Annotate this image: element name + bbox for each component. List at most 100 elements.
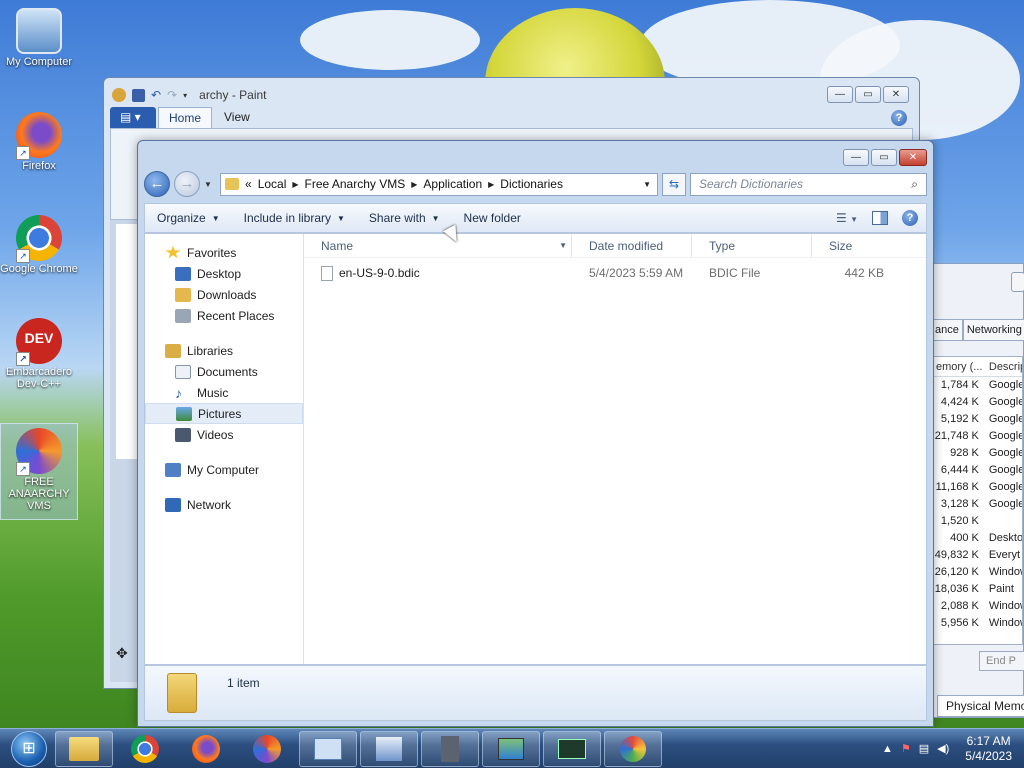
nav-libraries[interactable]: Libraries xyxy=(145,340,303,361)
table-row[interactable]: 1,784 K Google xyxy=(934,377,1022,394)
breadcrumb-local[interactable]: Local xyxy=(258,177,287,191)
network-icon[interactable]: ▤ xyxy=(919,742,929,755)
breadcrumb-dictionaries[interactable]: Dictionaries xyxy=(500,177,563,191)
desktop-icon-free-anarchy-vms[interactable]: ↗ FREE ANAARCHY VMS xyxy=(0,423,78,520)
end-process-button[interactable]: End P xyxy=(979,651,1024,671)
desktop-icon-firefox[interactable]: ↗ Firefox xyxy=(0,112,78,172)
minimize-button[interactable]: — xyxy=(843,149,869,166)
nav-videos[interactable]: Videos xyxy=(145,424,303,445)
column-date-modified[interactable]: Date modified xyxy=(572,233,692,258)
change-view-icon[interactable]: ☰ ▼ xyxy=(836,211,858,225)
forward-button[interactable]: → xyxy=(174,171,200,197)
taskbar-control-panel[interactable] xyxy=(299,730,357,767)
table-row[interactable]: 1,520 K xyxy=(934,513,1022,530)
preview-pane-icon[interactable] xyxy=(872,211,888,225)
column-memory[interactable]: emory (... xyxy=(934,357,983,376)
desktop-icon-devcpp[interactable]: DEV ↗ Embarcadero Dev-C++ xyxy=(0,318,78,390)
help-icon[interactable]: ? xyxy=(885,107,913,129)
column-description[interactable]: Descrip xyxy=(983,357,1022,376)
breadcrumb-application[interactable]: Application xyxy=(423,177,482,191)
volume-icon[interactable]: ◀) xyxy=(937,742,949,755)
table-row[interactable]: 21,748 K Google xyxy=(934,428,1022,445)
chevron-right-icon[interactable]: ▶ xyxy=(292,180,298,189)
table-row[interactable]: 18,036 K Paint xyxy=(934,581,1022,598)
desktop-icon-chrome[interactable]: ↗ Google Chrome xyxy=(0,215,78,275)
task-manager-window[interactable]: ance Networking emory (... Descrip 1,784… xyxy=(930,263,1024,718)
memory-cell: 1,520 K xyxy=(940,515,979,527)
search-placeholder: Search Dictionaries xyxy=(699,177,804,191)
nav-desktop[interactable]: Desktop xyxy=(145,263,303,284)
taskbar-task-manager[interactable] xyxy=(543,730,601,767)
maximize-button[interactable]: ▭ xyxy=(855,86,881,103)
include-in-library-button[interactable]: Include in library ▼ xyxy=(232,211,357,225)
address-bar[interactable]: « Local ▶ Free Anarchy VMS ▶ Application… xyxy=(220,172,658,196)
taskbar-app[interactable] xyxy=(360,730,418,767)
taskbar-explorer[interactable] xyxy=(55,730,113,767)
share-with-button[interactable]: Share with ▼ xyxy=(357,211,452,225)
close-button[interactable]: ✕ xyxy=(899,149,927,166)
column-size[interactable]: Size xyxy=(812,234,890,258)
save-icon[interactable] xyxy=(132,88,145,102)
nav-music[interactable]: ♪ Music xyxy=(145,382,303,403)
nav-recent-places[interactable]: Recent Places xyxy=(145,305,303,326)
close-button[interactable]: ✕ xyxy=(883,86,909,103)
help-icon[interactable]: ? xyxy=(902,210,918,226)
table-row[interactable]: 928 K Google xyxy=(934,445,1022,462)
nav-favorites[interactable]: Favorites xyxy=(145,242,303,263)
undo-icon[interactable]: ↶ xyxy=(151,88,161,102)
table-row[interactable]: 11,168 K Google xyxy=(934,479,1022,496)
chevron-right-icon[interactable]: ▶ xyxy=(411,180,417,189)
table-row[interactable]: 4,424 K Google xyxy=(934,394,1022,411)
organize-button[interactable]: Organize ▼ xyxy=(145,211,232,225)
breadcrumb-overflow[interactable]: « xyxy=(245,177,252,191)
file-list[interactable]: Name ▼ Date modified Type Size en-US-9-0.… xyxy=(304,233,926,664)
start-button[interactable]: ⊞ xyxy=(6,729,52,768)
taskbar-chrome[interactable] xyxy=(116,731,174,767)
column-type[interactable]: Type xyxy=(692,233,812,258)
search-input[interactable]: Search Dictionaries ⌕ xyxy=(690,172,927,196)
table-row[interactable]: 2,088 K Window xyxy=(934,598,1022,615)
table-row[interactable]: 26,120 K Window xyxy=(934,564,1022,581)
taskbar-app[interactable] xyxy=(421,730,479,767)
tab-networking[interactable]: Networking xyxy=(962,319,1024,341)
nav-downloads[interactable]: Downloads xyxy=(145,284,303,305)
table-row[interactable]: 3,128 K Google xyxy=(934,496,1022,513)
redo-icon[interactable]: ↷ xyxy=(167,88,177,102)
nav-network[interactable]: Network xyxy=(145,494,303,515)
action-center-icon[interactable]: ⚑ xyxy=(901,742,911,755)
back-button[interactable]: ← xyxy=(144,171,170,197)
maximize-button[interactable]: ▭ xyxy=(871,149,897,166)
description-cell: Google xyxy=(988,481,1022,493)
column-name[interactable]: Name ▼ xyxy=(304,233,572,258)
recent-pages-dropdown-icon[interactable]: ▼ xyxy=(204,180,216,189)
tab-view[interactable]: View xyxy=(214,107,260,129)
nav-pictures[interactable]: Pictures xyxy=(145,403,303,424)
minimize-button[interactable]: — xyxy=(827,86,853,103)
qat-dropdown-icon[interactable]: ▾ xyxy=(183,91,187,100)
table-row[interactable]: 6,444 K Google xyxy=(934,462,1022,479)
table-row[interactable]: 400 K Deskto xyxy=(934,530,1022,547)
table-row[interactable]: 5,192 K Google xyxy=(934,411,1022,428)
refresh-button[interactable]: ⇆ xyxy=(662,172,686,196)
process-list[interactable]: emory (... Descrip 1,784 K Google 4,424 K G… xyxy=(933,356,1023,645)
breadcrumb-free-anarchy-vms[interactable]: Free Anarchy VMS xyxy=(305,177,406,191)
desktop-icon-my-computer[interactable]: My Computer xyxy=(0,8,78,68)
table-row[interactable]: 49,832 K Everyt xyxy=(934,547,1022,564)
tab-performance[interactable]: ance xyxy=(931,319,963,341)
clock[interactable]: 6:17 AM 5/4/2023 xyxy=(965,734,1012,764)
new-folder-button[interactable]: New folder xyxy=(452,211,533,225)
nav-my-computer[interactable]: My Computer xyxy=(145,459,303,480)
nav-documents[interactable]: Documents xyxy=(145,361,303,382)
show-hidden-icons-icon[interactable]: ▲ xyxy=(882,743,893,755)
address-dropdown-icon[interactable]: ▼ xyxy=(643,180,651,189)
tab-home[interactable]: Home xyxy=(158,107,213,129)
paint-file-menu-button[interactable]: ▤ ▾ xyxy=(110,107,156,129)
table-row[interactable]: 5,956 K Window xyxy=(934,615,1022,632)
taskbar-anarchy-vms[interactable] xyxy=(238,731,296,767)
chevron-right-icon[interactable]: ▶ xyxy=(488,180,494,189)
taskbar-app[interactable] xyxy=(482,730,540,767)
explorer-window[interactable]: — ▭ ✕ ← → ▼ « Local ▶ Free Anarchy VMS ▶… xyxy=(137,140,934,727)
taskbar-firefox[interactable] xyxy=(177,731,235,767)
taskbar-paint[interactable] xyxy=(604,730,662,767)
table-row[interactable]: en-US-9-0.bdic 5/4/2023 5:59 AM BDIC Fil… xyxy=(304,262,926,284)
